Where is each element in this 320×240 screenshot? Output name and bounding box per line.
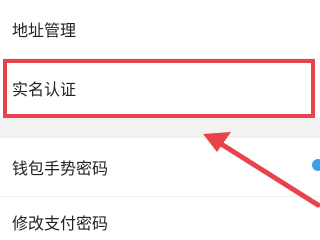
settings-screen: 地址管理 实名认证 钱包手势密码 修改支付密码 <box>0 0 320 240</box>
arrow-icon <box>203 132 320 208</box>
